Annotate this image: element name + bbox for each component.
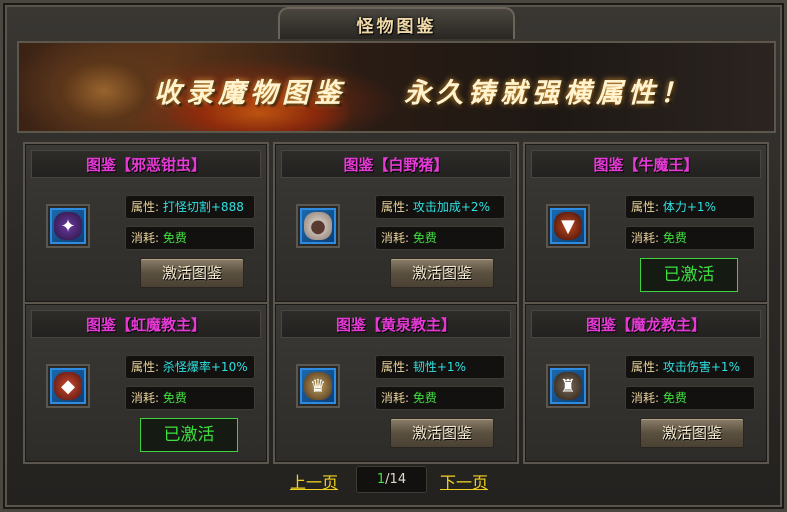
codex-card: 图鉴【白野猪】 ● 属性: 攻击加成+2% 消耗: 免费 激活图鉴 <box>273 142 519 304</box>
card-header: 图鉴【牛魔王】 <box>531 150 761 178</box>
window-title-tab: 怪物图鉴 <box>278 7 515 39</box>
rainbow-demon-master-icon[interactable]: ◆ <box>48 366 88 406</box>
cost-row: 消耗: 免费 <box>125 226 255 250</box>
attr-row: 属性: 攻击伤害+1% <box>625 355 755 379</box>
card-header: 图鉴【黄泉教主】 <box>281 310 511 338</box>
card-title: 图鉴【白野猪】 <box>343 155 449 174</box>
codex-card: 图鉴【牛魔王】 ▼ 属性: 体力+1% 消耗: 免费 已激活 <box>523 142 769 304</box>
pincer-bug-icon[interactable]: ✦ <box>48 206 88 246</box>
activated-status: 已激活 <box>640 258 738 292</box>
activate-button[interactable]: 激活图鉴 <box>390 418 494 448</box>
attr-row: 属性: 韧性+1% <box>375 355 505 379</box>
cost-row: 消耗: 免费 <box>625 226 755 250</box>
card-title: 图鉴【黄泉教主】 <box>335 315 456 334</box>
codex-card: 图鉴【虹魔教主】 ◆ 属性: 杀怪爆率+10% 消耗: 免费 已激活 <box>23 302 269 464</box>
activate-button[interactable]: 激活图鉴 <box>390 258 494 288</box>
codex-grid: 图鉴【邪恶钳虫】 ✦ 属性: 打怪切割+888 消耗: 免费 激活图鉴 图鉴【白… <box>17 136 776 464</box>
cost-row: 消耗: 免费 <box>125 386 255 410</box>
attr-row: 属性: 体力+1% <box>625 195 755 219</box>
bull-demon-king-icon[interactable]: ▼ <box>548 206 588 246</box>
cost-row: 消耗: 免费 <box>375 226 505 250</box>
demon-dragon-master-icon[interactable]: ♜ <box>548 366 588 406</box>
prev-page-link[interactable]: 上一页 <box>290 469 338 493</box>
card-header: 图鉴【邪恶钳虫】 <box>31 150 261 178</box>
window-title: 怪物图鉴 <box>356 16 437 37</box>
card-header: 图鉴【白野猪】 <box>281 150 511 178</box>
cost-row: 消耗: 免费 <box>375 386 505 410</box>
banner-left-text: 收录魔物图鉴 <box>154 78 346 109</box>
card-title: 图鉴【牛魔王】 <box>593 155 699 174</box>
codex-card: 图鉴【邪恶钳虫】 ✦ 属性: 打怪切割+888 消耗: 免费 激活图鉴 <box>23 142 269 304</box>
attr-row: 属性: 攻击加成+2% <box>375 195 505 219</box>
netherworld-master-icon[interactable]: ♛ <box>298 366 338 406</box>
current-page: 1 <box>376 472 386 487</box>
codex-card: 图鉴【魔龙教主】 ♜ 属性: 攻击伤害+1% 消耗: 免费 激活图鉴 <box>523 302 769 464</box>
card-header: 图鉴【魔龙教主】 <box>531 310 761 338</box>
banner-right-text: 永久铸就强横属性！ <box>404 78 692 109</box>
attr-row: 属性: 打怪切割+888 <box>125 195 255 219</box>
activate-button[interactable]: 激活图鉴 <box>140 258 244 288</box>
card-title: 图鉴【虹魔教主】 <box>85 315 206 334</box>
activated-status: 已激活 <box>140 418 238 452</box>
page-indicator: 1/14 <box>356 466 427 493</box>
pagination: 上一页 1/14 下一页 <box>3 465 787 495</box>
cost-row: 消耗: 免费 <box>625 386 755 410</box>
total-pages: /14 <box>385 472 407 487</box>
card-title: 图鉴【魔龙教主】 <box>585 315 706 334</box>
attr-row: 属性: 杀怪爆率+10% <box>125 355 255 379</box>
banner: 收录魔物图鉴 永久铸就强横属性！ <box>17 41 776 133</box>
codex-card: 图鉴【黄泉教主】 ♛ 属性: 韧性+1% 消耗: 免费 激活图鉴 <box>273 302 519 464</box>
monster-codex-window: 怪物图鉴 收录魔物图鉴 永久铸就强横属性！ 图鉴【邪恶钳虫】 ✦ 属性: 打怪切… <box>0 0 787 512</box>
activate-button[interactable]: 激活图鉴 <box>640 418 744 448</box>
next-page-link[interactable]: 下一页 <box>440 469 488 493</box>
card-header: 图鉴【虹魔教主】 <box>31 310 261 338</box>
dragon-art-icon <box>49 53 159 129</box>
card-title: 图鉴【邪恶钳虫】 <box>85 155 206 174</box>
white-boar-icon[interactable]: ● <box>298 206 338 246</box>
